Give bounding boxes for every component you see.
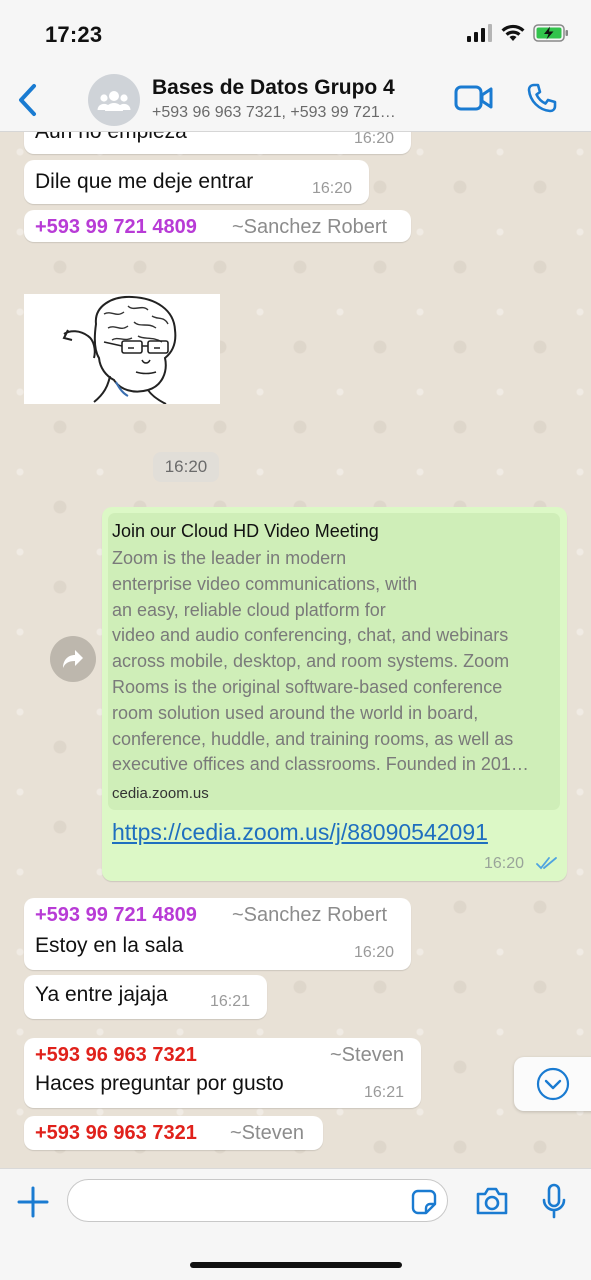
chat-area[interactable]: Aun no empieza 16:20 Dile que me deje en… (0, 132, 591, 1168)
message-text: Estoy en la sala (35, 934, 184, 957)
group-icon (97, 91, 131, 111)
sender-phone[interactable]: +593 99 721 4809 (35, 216, 197, 239)
link-preview-domain: cedia.zoom.us (112, 785, 209, 802)
image-message[interactable] (24, 294, 220, 405)
phone-icon[interactable] (526, 82, 558, 114)
message-time: 16:21 (210, 993, 251, 1010)
message-time: 16:21 (364, 1084, 405, 1101)
sender-phone[interactable]: +593 99 721 4809 (35, 904, 197, 927)
message-bubble[interactable]: +593 96 963 7321 ~Steven Haces preguntar… (24, 1038, 421, 1108)
system-status-icons (467, 24, 569, 42)
home-indicator (190, 1262, 402, 1268)
message-time: 16:20 (354, 944, 395, 961)
chat-title[interactable]: Bases de Datos Grupo 4 (152, 76, 395, 100)
sender-phone[interactable]: +593 96 963 7321 (35, 1044, 197, 1067)
mic-icon[interactable] (541, 1183, 567, 1221)
chevron-down-icon (536, 1067, 570, 1101)
link-preview-title: Join our Cloud HD Video Meeting (112, 521, 379, 541)
sticker-icon[interactable] (410, 1188, 438, 1216)
message-bubble[interactable]: +593 99 721 4809 ~Sanchez Robert (24, 210, 411, 242)
sender-name: ~Steven (330, 1044, 404, 1066)
message-bubble[interactable]: +593 99 721 4809 ~Sanchez Robert Estoy e… (24, 898, 411, 970)
message-text: Ya entre jajaja (35, 983, 168, 1006)
message-time: 16:20 (484, 855, 525, 872)
plus-icon[interactable] (16, 1185, 50, 1219)
message-input[interactable] (67, 1179, 448, 1222)
message-time: 16:20 (312, 180, 353, 197)
sender-name: ~Steven (230, 1122, 304, 1144)
video-call-icon[interactable] (454, 84, 494, 112)
status-time: 17:23 (45, 22, 103, 47)
message-bubble[interactable]: +593 96 963 7321 ~Steven (24, 1116, 323, 1150)
scroll-to-bottom-button[interactable] (514, 1057, 591, 1111)
message-bubble[interactable]: Aun no empieza 16:20 (24, 132, 411, 154)
sender-phone[interactable]: +593 96 963 7321 (35, 1122, 197, 1145)
double-check-icon (536, 857, 557, 870)
back-chevron-icon[interactable] (14, 80, 44, 120)
image-timestamp: 16:20 (153, 452, 219, 482)
top-bar: 17:23 Bases de Datos Grupo 4 +593 96 963… (0, 0, 591, 132)
message-link[interactable]: https://cedia.zoom.us/j/88090542091 (112, 819, 488, 846)
message-text: Dile que me deje entrar (35, 170, 254, 193)
message-time: 16:20 (354, 132, 395, 147)
sender-name: ~Sanchez Robert (232, 904, 388, 926)
message-bubble[interactable]: Dile que me deje entrar 16:20 (24, 160, 369, 204)
wifi-icon (501, 24, 525, 41)
link-preview-description: Zoom is the leader in modern enterprise … (112, 548, 529, 775)
message-bubble[interactable]: Ya entre jajaja 16:21 (24, 975, 267, 1019)
camera-icon[interactable] (474, 1185, 510, 1217)
message-text: Aun no empieza (35, 132, 187, 144)
meme-image (24, 294, 220, 405)
message-text: Haces preguntar por gusto (35, 1072, 284, 1095)
forward-button[interactable] (50, 636, 96, 682)
forward-icon (63, 650, 83, 668)
group-avatar[interactable] (88, 74, 140, 126)
signal-icon (467, 24, 492, 42)
battery-charging-icon (533, 24, 568, 42)
sender-name: ~Sanchez Robert (232, 216, 388, 238)
link-message-bubble[interactable]: Join our Cloud HD Video Meeting Zoom is … (102, 507, 567, 881)
chat-members-subtitle[interactable]: +593 96 963 7321, +593 99 721… (152, 104, 396, 122)
link-preview-card[interactable]: Join our Cloud HD Video Meeting Zoom is … (108, 513, 560, 810)
